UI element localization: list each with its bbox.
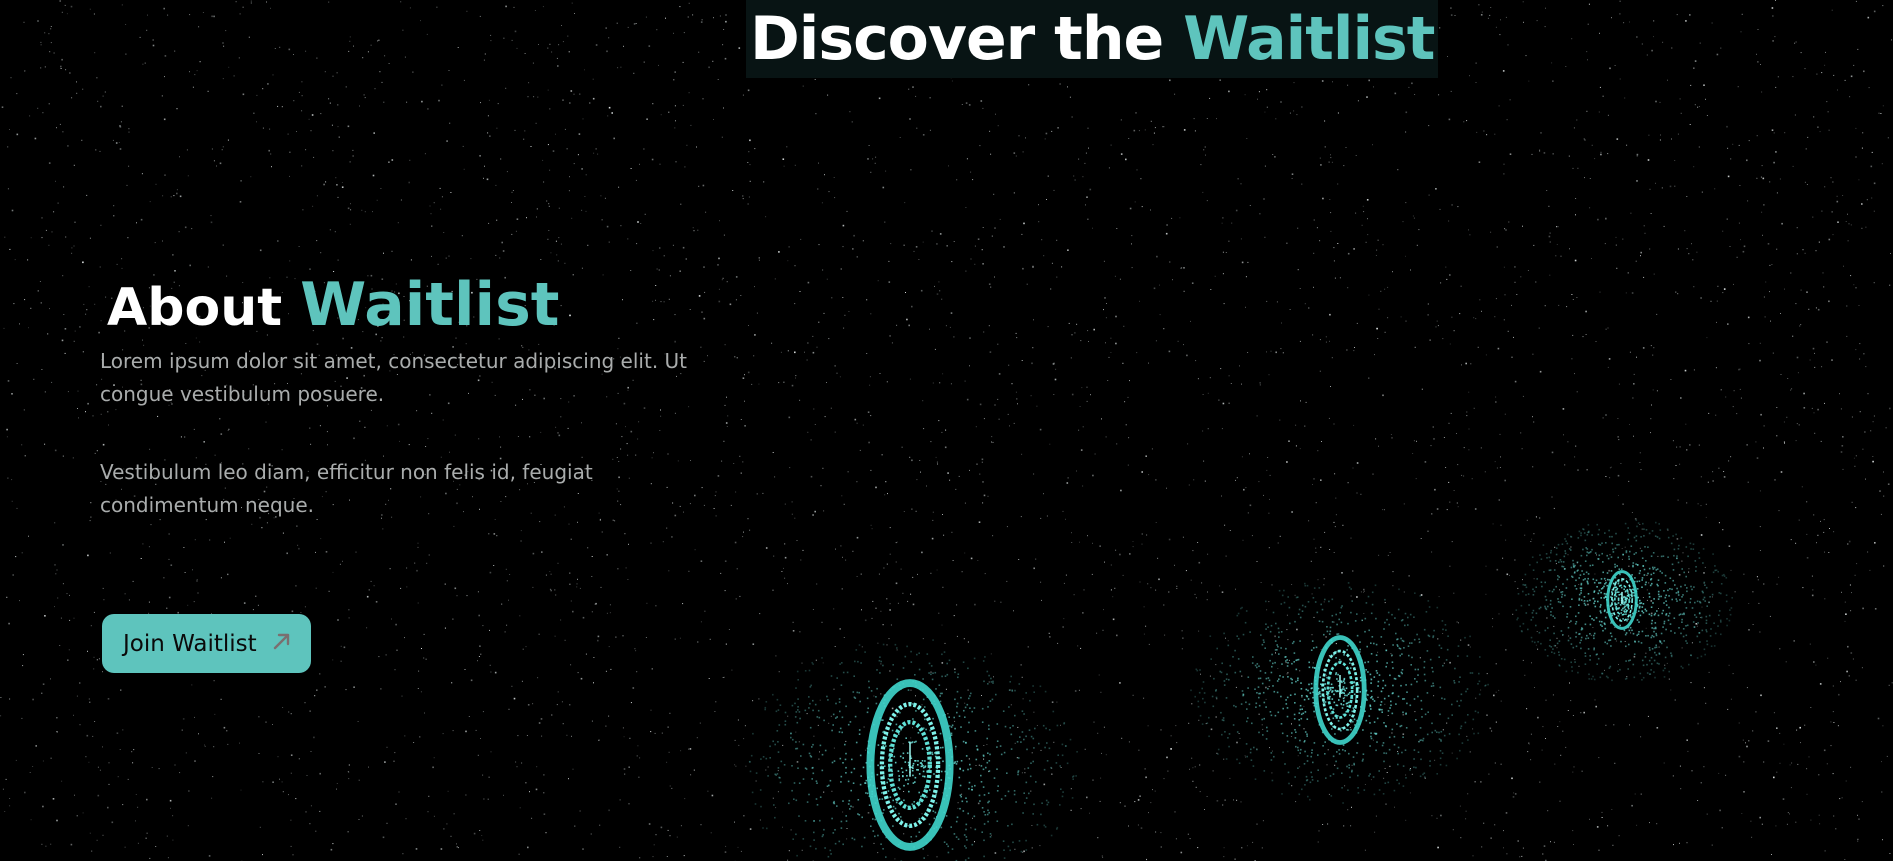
hero-title: Discover the Waitlist — [750, 0, 1435, 78]
about-heading: About Waitlist — [107, 272, 700, 341]
about-section: About Waitlist Lorem ipsum dolor sit ame… — [100, 272, 700, 522]
about-heading-accent: Waitlist — [300, 270, 560, 340]
about-heading-prefix: About — [107, 278, 301, 338]
hero-title-accent: Waitlist — [1183, 4, 1435, 74]
hero-title-container: Discover the Waitlist — [746, 0, 1439, 78]
join-waitlist-label: Join Waitlist — [123, 630, 257, 657]
arrow-up-right-icon — [273, 633, 289, 649]
about-paragraph-2: Vestibulum leo diam, efficitur non felis… — [100, 460, 593, 517]
hero-title-prefix: Discover the — [750, 4, 1184, 74]
join-waitlist-button[interactable]: Join Waitlist — [102, 614, 311, 673]
about-paragraph-1: Lorem ipsum dolor sit amet, consectetur … — [100, 349, 688, 406]
